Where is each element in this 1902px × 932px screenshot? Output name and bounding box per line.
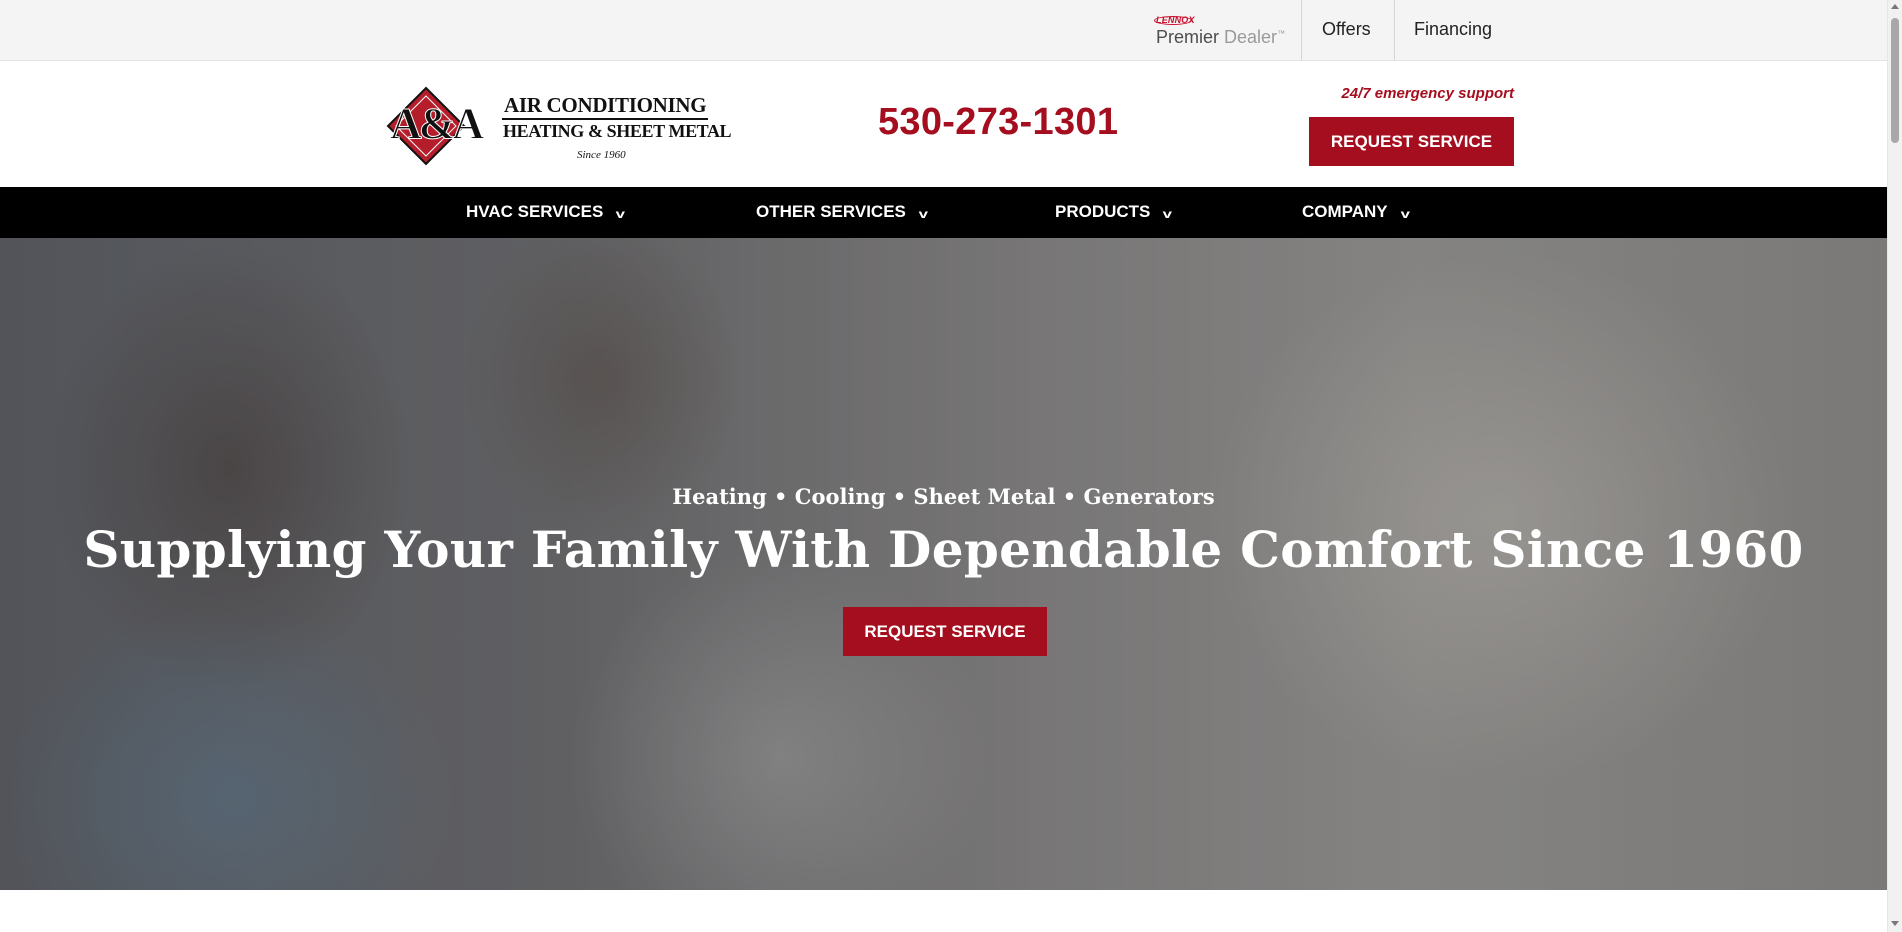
premier-dealer-label: Premier Dealer™ (1156, 27, 1285, 48)
chevron-down-icon: v (918, 207, 928, 221)
company-logo[interactable]: A&A AIR CONDITIONING HEATING & SHEET MET… (374, 83, 732, 167)
nav-item-hvac-services[interactable]: HVAC SERVICES v (466, 187, 626, 238)
nav-item-products[interactable]: PRODUCTS v (1055, 187, 1173, 238)
utility-divider (1301, 0, 1302, 61)
trademark-mark: ™ (1277, 29, 1286, 38)
utility-bar: LENNOX Premier Dealer™ Offers Financing (0, 0, 1887, 61)
premier-word: Premier (1156, 27, 1220, 47)
nav-item-other-services[interactable]: OTHER SERVICES v (756, 187, 928, 238)
scrollbar-thumb[interactable] (1891, 18, 1899, 143)
nav-item-label: OTHER SERVICES (756, 202, 906, 221)
lennox-brand: LENNOX (1156, 15, 1195, 25)
scroll-up-arrow-icon[interactable] (1891, 4, 1899, 9)
logo-line-heating-sheet-metal: HEATING & SHEET METAL (503, 121, 732, 141)
chevron-down-icon: v (615, 207, 626, 221)
site-header: A&A AIR CONDITIONING HEATING & SHEET MET… (0, 61, 1887, 187)
page-scrollbar[interactable] (1887, 0, 1902, 932)
logo-rule (502, 118, 708, 120)
hero-title: Supplying Your Family With Dependable Co… (83, 520, 1804, 579)
logo-monogram: A&A (390, 99, 485, 149)
hero-request-service-button[interactable]: REQUEST SERVICE (843, 607, 1047, 656)
emergency-support-text: 24/7 emergency support (1341, 85, 1514, 102)
page: LENNOX Premier Dealer™ Offers Financing … (0, 0, 1887, 932)
scroll-down-arrow-icon[interactable] (1891, 921, 1899, 926)
dealer-word: Dealer (1224, 27, 1278, 47)
nav-item-label: HVAC SERVICES (466, 202, 604, 221)
main-nav: HVAC SERVICES v OTHER SERVICES v PRODUCTS v… (0, 187, 1887, 238)
financing-link[interactable]: Financing (1414, 19, 1492, 40)
hero-subtitle: Heating • Cooling • Sheet Metal • Genera… (672, 484, 1215, 509)
offers-link[interactable]: Offers (1322, 19, 1371, 40)
logo-since: Since 1960 (577, 149, 626, 161)
lennox-premier-dealer-badge[interactable]: LENNOX Premier Dealer™ (1152, 14, 1290, 48)
nav-item-label: PRODUCTS (1055, 202, 1151, 221)
phone-number-link[interactable]: 530-273-1301 (878, 101, 1118, 144)
logo-line-air-conditioning: AIR CONDITIONING (504, 93, 707, 117)
utility-divider (1394, 0, 1395, 61)
request-service-button[interactable]: REQUEST SERVICE (1309, 117, 1514, 166)
nav-item-company[interactable]: COMPANY v (1302, 187, 1410, 238)
chevron-down-icon: v (1400, 207, 1410, 221)
nav-item-label: COMPANY (1302, 202, 1388, 221)
hero-banner: Heating • Cooling • Sheet Metal • Genera… (0, 238, 1887, 890)
chevron-down-icon: v (1163, 207, 1173, 221)
